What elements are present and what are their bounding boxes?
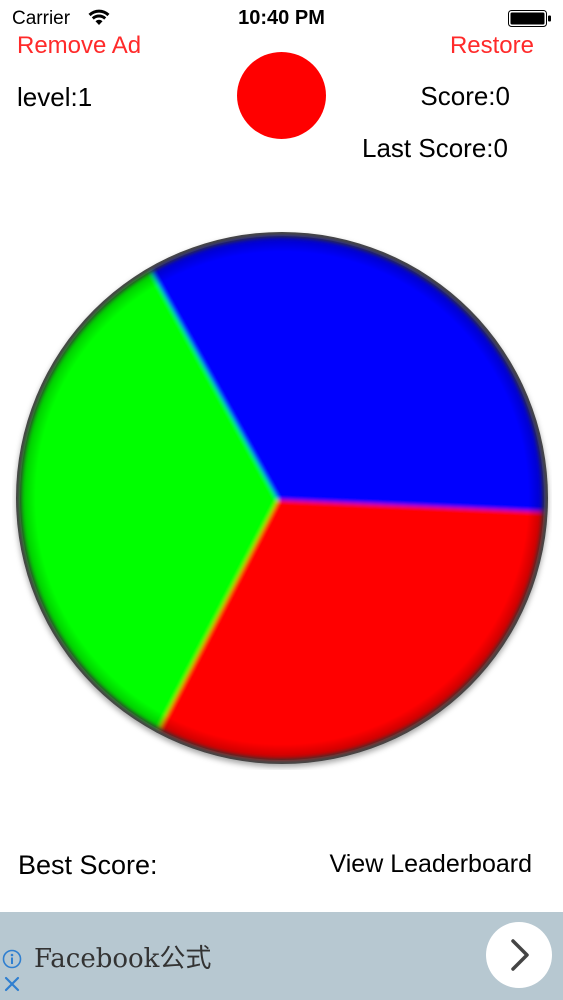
restore-button[interactable]: Restore <box>450 32 534 60</box>
ad-text[interactable]: Facebook公式 <box>34 938 211 975</box>
target-color-ball <box>237 52 326 139</box>
close-icon[interactable] <box>3 975 21 993</box>
color-wheel-svg[interactable] <box>12 230 552 770</box>
battery-icon <box>508 10 551 27</box>
remove-ad-button[interactable]: Remove Ad <box>17 32 141 60</box>
score-label: Score:0 <box>420 81 510 111</box>
chevron-right-icon <box>511 939 529 971</box>
color-wheel[interactable] <box>12 230 552 770</box>
status-bar: Carrier 10:40 PM <box>0 0 563 36</box>
view-leaderboard-button[interactable]: View Leaderboard <box>330 850 532 879</box>
wheel-shading <box>20 236 544 760</box>
last-score-label: Last Score:0 <box>362 133 508 163</box>
status-time: 10:40 PM <box>238 7 325 29</box>
ad-open-button[interactable] <box>486 922 552 988</box>
info-icon[interactable] <box>2 949 22 969</box>
best-score-label: Best Score: <box>18 850 158 880</box>
game-screen: Carrier 10:40 PM Remove Ad Restore level… <box>0 0 563 1000</box>
level-label: level:1 <box>17 82 93 112</box>
